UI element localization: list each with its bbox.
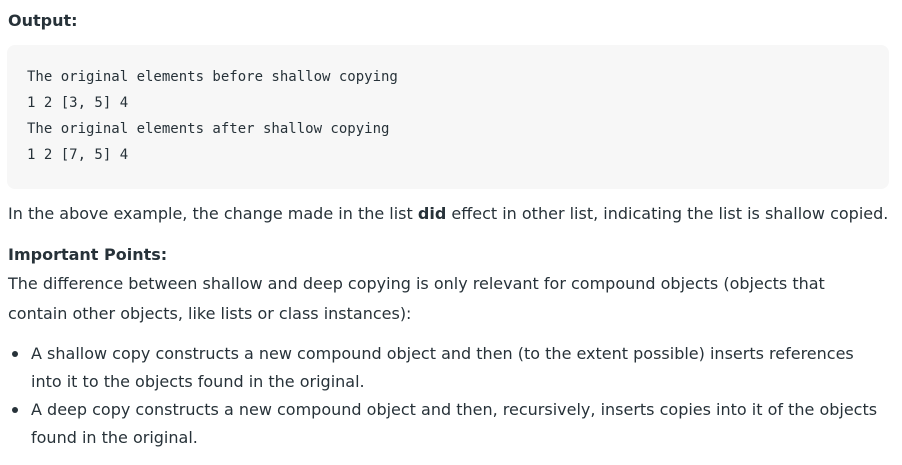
code-output-block: The original elements before shallow cop… [7,45,889,189]
important-points-heading: Important Points: [8,245,168,264]
bullet-icon [12,351,18,357]
code-line: The original elements before shallow cop… [27,69,398,85]
difference-paragraph-line-2: contain other objects, like lists or cla… [8,304,412,323]
example-text-after: effect in other list, indicating the lis… [446,204,889,223]
example-bold-word: did [417,204,447,223]
difference-paragraph-line-1: The difference between shallow and deep … [8,274,825,293]
example-paragraph: In the above example, the change made in… [8,200,888,228]
list-item-shallow-copy: A shallow copy constructs a new compound… [0,340,900,396]
list-item-line-1: A deep copy constructs a new compound ob… [31,400,878,419]
important-points-list: A shallow copy constructs a new compound… [0,340,900,452]
list-item-deep-copy: A deep copy constructs a new compound ob… [0,396,900,452]
list-item-line-2: into it to the objects found in the orig… [31,372,365,391]
list-item-line-1: A shallow copy constructs a new compound… [31,344,854,363]
list-item-line-2: found in the original. [31,428,198,447]
code-line: 1 2 [7, 5] 4 [27,147,129,163]
code-line: 1 2 [3, 5] 4 [27,95,129,111]
example-text-before: In the above example, the change made in… [8,204,418,223]
bullet-icon [12,407,18,413]
output-heading: Output: [8,11,78,30]
code-line: The original elements after shallow copy… [27,121,390,137]
